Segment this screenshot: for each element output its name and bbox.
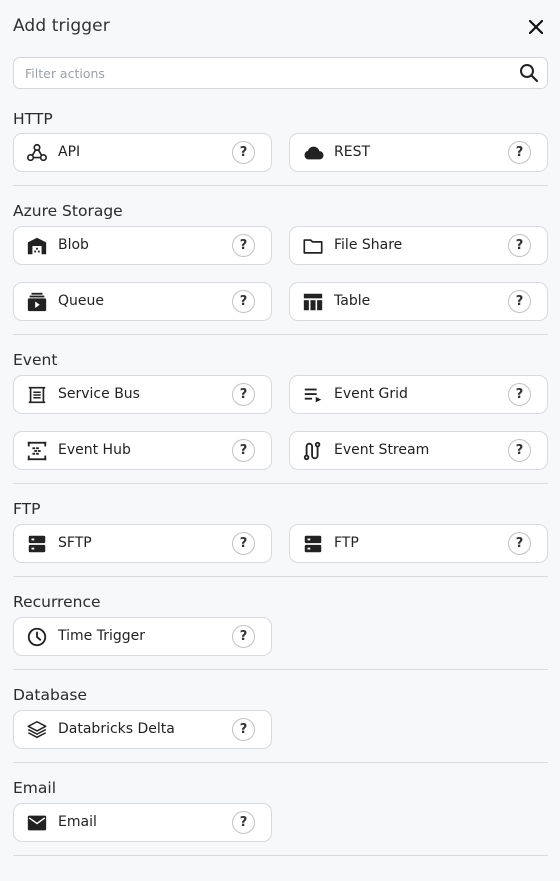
divider: [13, 669, 548, 670]
trigger-blob[interactable]: Blob ?: [13, 226, 272, 265]
help-button[interactable]: ?: [232, 718, 255, 741]
help-button[interactable]: ?: [508, 383, 531, 406]
trigger-label: Email: [58, 814, 97, 830]
trigger-event-grid[interactable]: Event Grid ?: [289, 375, 548, 414]
trigger-label: Blob: [58, 237, 89, 253]
warehouse-icon: [26, 235, 48, 257]
help-button[interactable]: ?: [232, 234, 255, 257]
trigger-event-hub[interactable]: Event Hub ?: [13, 431, 272, 470]
cloud-icon: [302, 142, 324, 164]
trigger-label: Databricks Delta: [58, 721, 175, 737]
trigger-file-share[interactable]: File Share ?: [289, 226, 548, 265]
stream-icon: [302, 440, 324, 462]
trigger-label: Queue: [58, 293, 104, 309]
help-button[interactable]: ?: [232, 811, 255, 834]
hub-icon: [26, 440, 48, 462]
help-button[interactable]: ?: [508, 532, 531, 555]
help-button[interactable]: ?: [232, 141, 255, 164]
server-icon: [26, 533, 48, 555]
folder-icon: [302, 235, 324, 257]
close-icon: [528, 19, 544, 35]
trigger-sftp[interactable]: SFTP ?: [13, 524, 272, 563]
panel-header: Add trigger: [13, 14, 547, 40]
webhook-icon: [26, 142, 48, 164]
layers-icon: [26, 719, 48, 741]
clock-icon: [26, 626, 48, 648]
divider: [13, 334, 548, 335]
trigger-label: Service Bus: [58, 386, 140, 402]
trigger-email[interactable]: Email ?: [13, 803, 272, 842]
filter-actions-input[interactable]: [14, 58, 494, 88]
trigger-label: API: [58, 144, 81, 160]
trigger-label: Event Stream: [334, 442, 430, 458]
help-button[interactable]: ?: [232, 439, 255, 462]
server-icon: [302, 533, 324, 555]
table-icon: [302, 291, 324, 313]
section-title: Recurrence: [13, 593, 101, 611]
trigger-time-trigger[interactable]: Time Trigger ?: [13, 617, 272, 656]
trigger-ftp[interactable]: FTP ?: [289, 524, 548, 563]
section-title: Database: [13, 686, 87, 704]
help-button[interactable]: ?: [232, 383, 255, 406]
trigger-table[interactable]: Table ?: [289, 282, 548, 321]
close-button[interactable]: [525, 16, 547, 38]
help-button[interactable]: ?: [508, 290, 531, 313]
divider: [13, 855, 548, 856]
trigger-databricks-delta[interactable]: Databricks Delta ?: [13, 710, 272, 749]
trigger-label: REST: [334, 144, 371, 160]
section-title: FTP: [13, 500, 41, 518]
trigger-rest[interactable]: REST ?: [289, 133, 548, 172]
trigger-api[interactable]: API ?: [13, 133, 272, 172]
help-button[interactable]: ?: [508, 234, 531, 257]
section-title: Event: [13, 351, 58, 369]
trigger-event-stream[interactable]: Event Stream ?: [289, 431, 548, 470]
trigger-service-bus[interactable]: Service Bus ?: [13, 375, 272, 414]
trigger-label: File Share: [334, 237, 403, 253]
trigger-label: Time Trigger: [58, 628, 145, 644]
envelope-icon: [26, 812, 48, 834]
help-button[interactable]: ?: [508, 141, 531, 164]
divider: [13, 762, 548, 763]
search-box: [13, 57, 548, 89]
help-button[interactable]: ?: [232, 625, 255, 648]
queue-icon: [26, 291, 48, 313]
trigger-label: Event Hub: [58, 442, 131, 458]
playlist-icon: [302, 384, 324, 406]
add-trigger-panel: Add trigger HTTP API ? REST ? Azure Stor…: [0, 0, 560, 881]
section-title: Email: [13, 779, 57, 797]
trigger-queue[interactable]: Queue ?: [13, 282, 272, 321]
panel-title: Add trigger: [13, 16, 110, 36]
search-icon[interactable]: [519, 63, 539, 83]
section-title: HTTP: [13, 110, 53, 128]
trigger-label: SFTP: [58, 535, 92, 551]
help-button[interactable]: ?: [508, 439, 531, 462]
divider: [13, 576, 548, 577]
help-button[interactable]: ?: [232, 532, 255, 555]
trigger-label: Event Grid: [334, 386, 408, 402]
trigger-label: Table: [334, 293, 371, 309]
inbox-icon: [26, 384, 48, 406]
trigger-label: FTP: [334, 535, 359, 551]
help-button[interactable]: ?: [232, 290, 255, 313]
divider: [13, 483, 548, 484]
divider: [13, 185, 548, 186]
section-title: Azure Storage: [13, 202, 123, 220]
